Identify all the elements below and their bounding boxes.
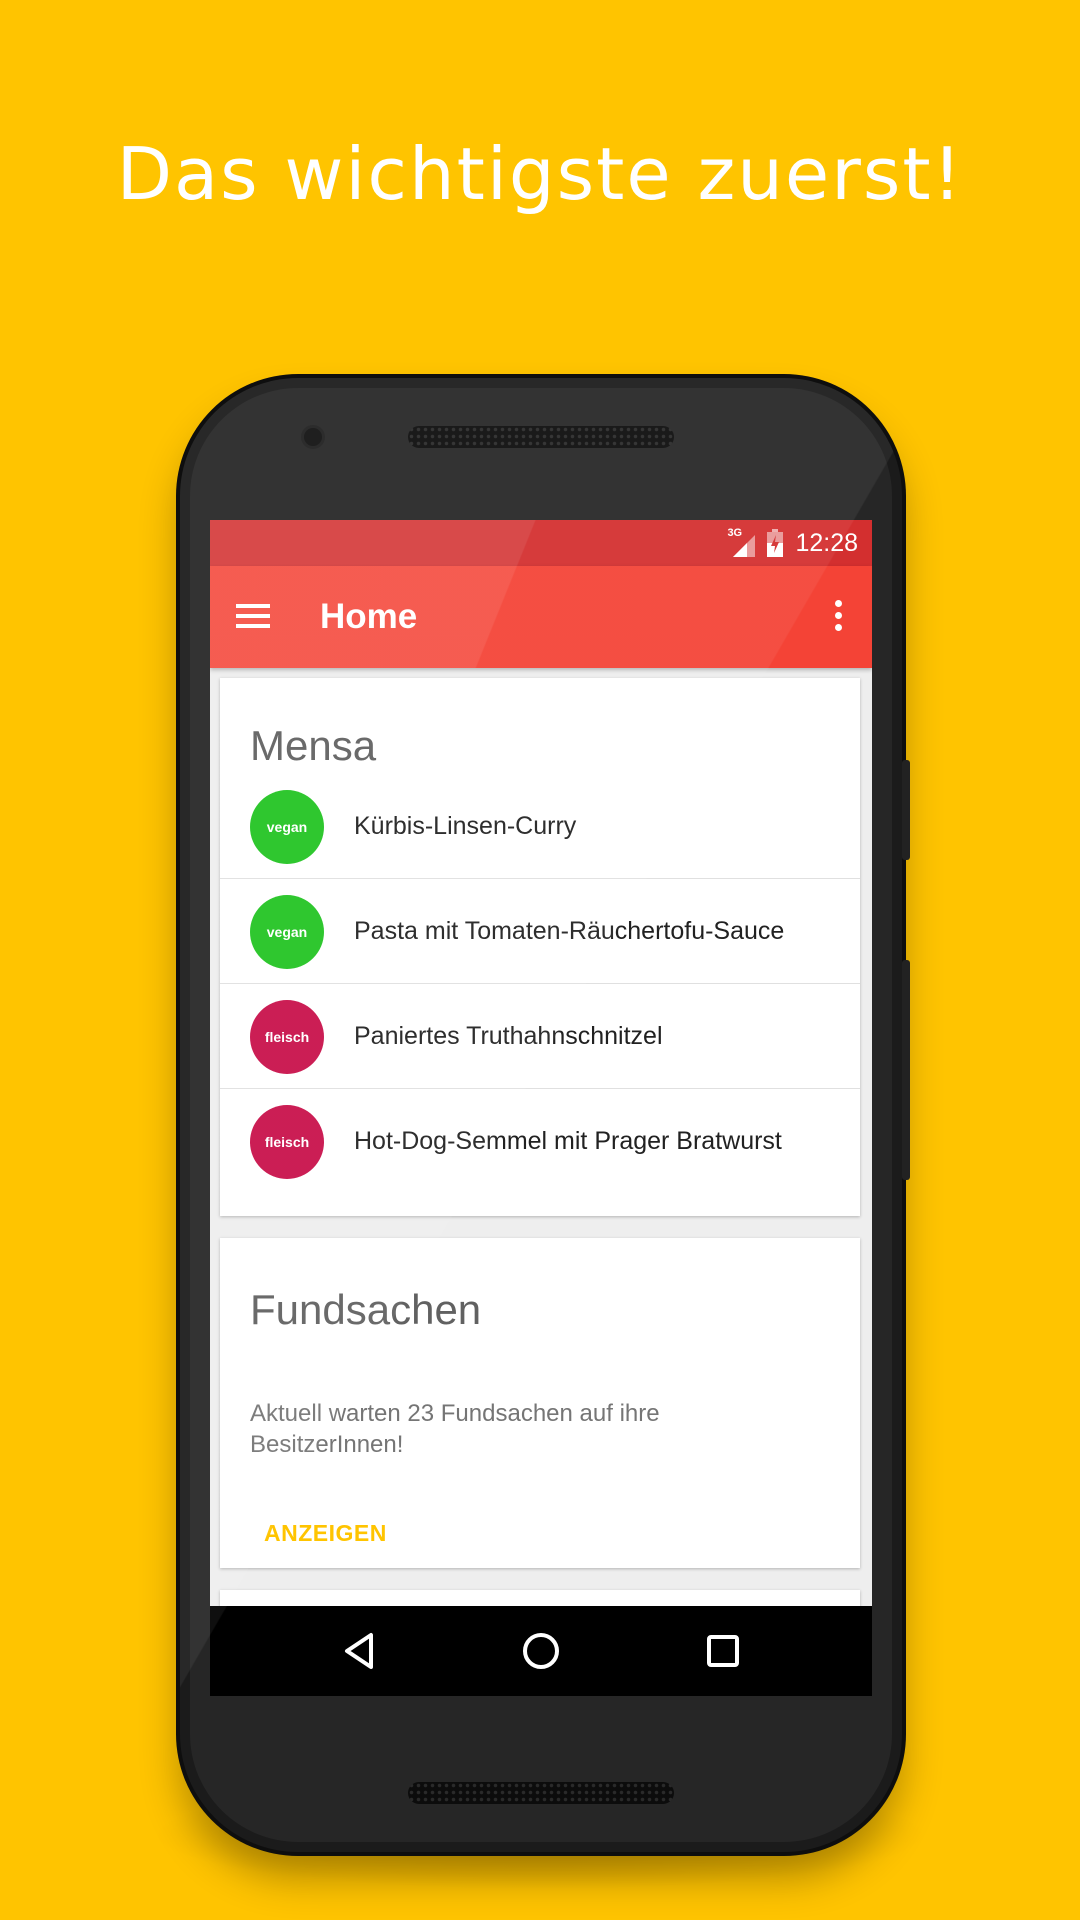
meal-name: Paniertes Truthahnschnitzel [354,1022,663,1050]
fundsachen-card: Fundsachen Aktuell warten 23 Fundsachen … [220,1238,860,1568]
front-camera-icon [304,428,322,446]
clock: 12:28 [795,528,858,557]
back-triangle-icon[interactable] [338,1628,384,1674]
mensa-title: Mensa [250,722,377,769]
promo-headline: Das wichtigste zuerst! [116,132,964,216]
navigation-bar [210,1606,872,1696]
volume-button [902,960,910,1180]
vegan-badge: vegan [250,895,324,969]
signal-icon: 3G [727,527,756,557]
phone-frame: 3G 12:28 Home Mensa vegan Kürbis-Linsen-… [180,378,902,1852]
battery-icon [767,529,784,557]
meal-name: Hot-Dog-Semmel mit Prager Bratwurst [354,1127,782,1155]
app-bar: Home [210,566,872,668]
meal-name: Pasta mit Tomaten-Räuchertofu-Sauce [354,917,785,945]
phone-screen: 3G 12:28 Home Mensa vegan Kürbis-Linsen-… [210,520,872,1696]
bottom-speaker-grille [408,1782,674,1804]
meal-item[interactable]: vegan Pasta mit Tomaten-Räuchertofu-Sauc… [220,879,860,984]
meal-item[interactable]: fleisch Paniertes Truthahnschnitzel [220,984,860,1089]
meal-item[interactable]: vegan Kürbis-Linsen-Curry [220,774,860,879]
fleisch-badge: fleisch [250,1000,324,1074]
menu-icon[interactable] [234,596,274,636]
power-button [902,760,910,860]
recents-square-icon[interactable] [700,1628,746,1674]
mensa-card: Mensa vegan Kürbis-Linsen-Curry vegan Pa… [220,678,860,1216]
fleisch-badge: fleisch [250,1105,324,1179]
anzeigen-button[interactable]: ANZEIGEN [264,1520,387,1547]
status-bar: 3G 12:28 [210,520,872,566]
vegan-badge: vegan [250,790,324,864]
app-bar-title: Home [320,597,418,636]
network-type: 3G [727,527,743,539]
fundsachen-title: Fundsachen [250,1286,482,1333]
home-circle-icon[interactable] [518,1628,564,1674]
meal-name: Kürbis-Linsen-Curry [354,812,577,840]
fundsachen-text: Aktuell warten 23 Fundsachen auf ihre Be… [250,1400,660,1458]
meal-item[interactable]: fleisch Hot-Dog-Semmel mit Prager Bratwu… [220,1089,860,1193]
top-speaker-grille [408,426,674,448]
overflow-menu-icon[interactable] [832,596,844,636]
